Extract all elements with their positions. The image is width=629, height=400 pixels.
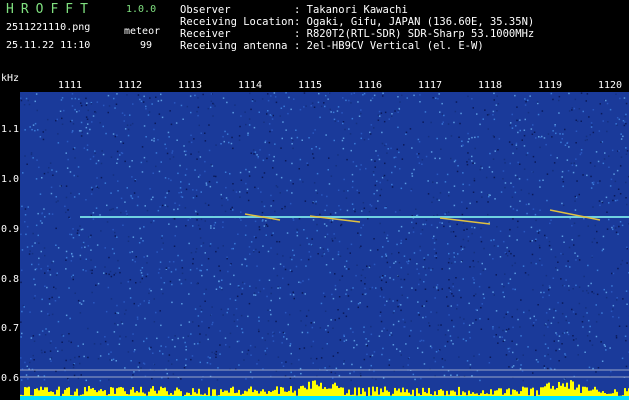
- x-tick-label: 1117: [418, 80, 443, 91]
- y-tick-label: 0.7: [1, 323, 20, 334]
- spectrogram: [20, 92, 629, 400]
- info-row-receiver: Receiver: R820T2(RTL-SDR) SDR-Sharp 53.1…: [180, 28, 535, 40]
- y-tick-label: 1.1: [1, 124, 20, 135]
- app-name: HROFFT: [6, 2, 95, 17]
- x-tick-label: 1118: [478, 80, 503, 91]
- spectrogram-canvas: [20, 92, 629, 400]
- y-tick-label: 1.0: [1, 174, 20, 185]
- baseline-strip: [20, 396, 629, 400]
- x-tick-label: 1113: [178, 80, 203, 91]
- x-tick-label: 1114: [238, 80, 263, 91]
- app-version: 1.0.0: [126, 4, 157, 15]
- spectrogram-background: [20, 92, 629, 400]
- x-tick-label: 1115: [298, 80, 323, 91]
- date-time: 25.11.22 11:10: [6, 40, 91, 51]
- file-name: 2511221110.png: [6, 22, 91, 33]
- x-tick-label: 1119: [538, 80, 563, 91]
- info-row-observer: Observer: Takanori Kawachi: [180, 4, 408, 16]
- x-tick-label: 1112: [118, 80, 143, 91]
- x-tick-label: 1111: [58, 80, 83, 91]
- y-axis-unit: kHz: [1, 73, 20, 84]
- y-tick-label: 0.8: [1, 274, 20, 285]
- meteor-label: meteor: [124, 26, 161, 37]
- header: HROFFT 1.0.0 2511221110.png 25.11.22 11:…: [0, 0, 629, 78]
- x-tick-label: 1116: [358, 80, 383, 91]
- x-tick-label: 1120: [598, 80, 623, 91]
- station-info: Observer: Takanori Kawachi Receiving Loc…: [180, 4, 534, 52]
- info-row-location: Receiving Location: Ogaki, Gifu, JAPAN (…: [180, 16, 535, 28]
- y-tick-label: 0.9: [1, 224, 20, 235]
- info-row-antenna: Receiving antenna: 2el-HB9CV Vertical (e…: [180, 40, 484, 52]
- y-tick-label: 0.6: [1, 373, 20, 384]
- meteor-count: 99: [140, 40, 153, 51]
